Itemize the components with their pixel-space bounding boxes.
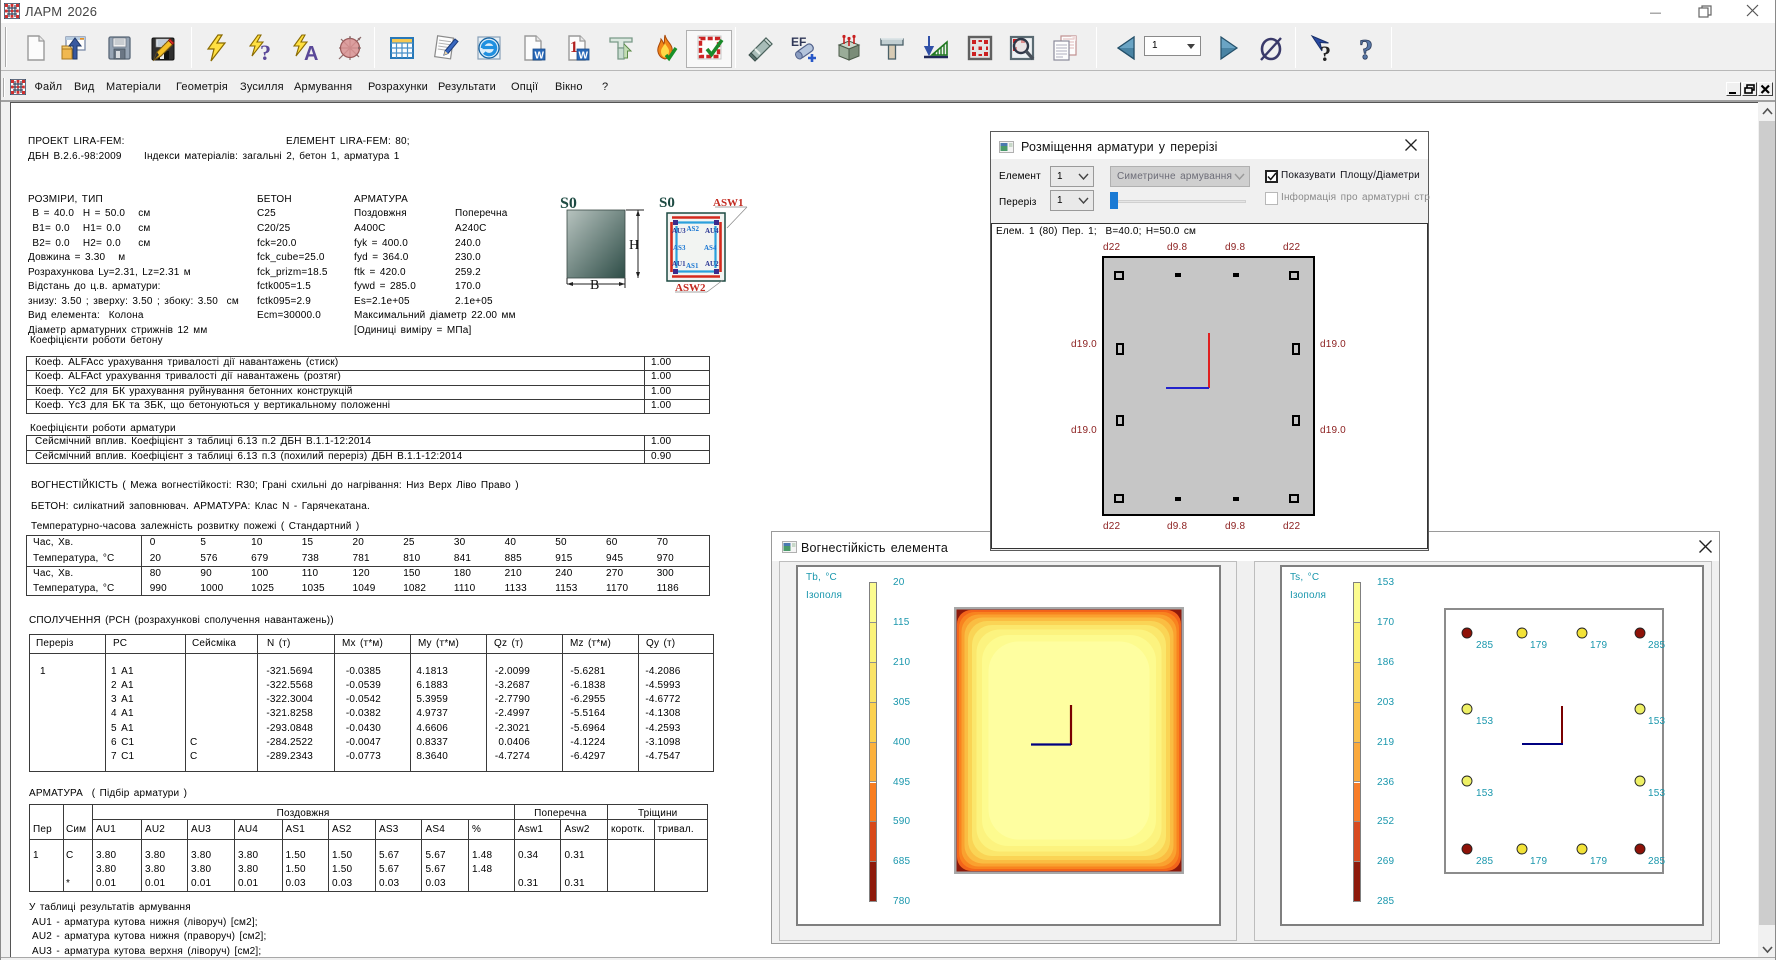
svg-text:?: ? [1359,35,1373,62]
svg-text:W: W [535,51,545,62]
svg-text:AS1: AS1 [686,262,699,270]
svg-text:A: A [304,43,318,62]
svg-text:W: W [579,51,589,62]
svg-text:H: H [629,238,639,253]
svg-text:S0: S0 [659,195,675,211]
svg-text:AU1: AU1 [672,260,686,268]
svg-text:AU4: AU4 [705,227,719,235]
svg-text:?: ? [260,40,271,62]
svg-text:AU3: AU3 [672,227,686,235]
svg-text:AS4: AS4 [704,244,717,252]
svg-text:AS2: AS2 [687,225,700,233]
svg-text:AU2: AU2 [705,260,719,268]
svg-text:S0: S0 [560,195,577,212]
svg-text:AS3: AS3 [673,244,686,252]
svg-text:?: ? [1320,41,1331,62]
svg-text:B: B [590,278,599,293]
